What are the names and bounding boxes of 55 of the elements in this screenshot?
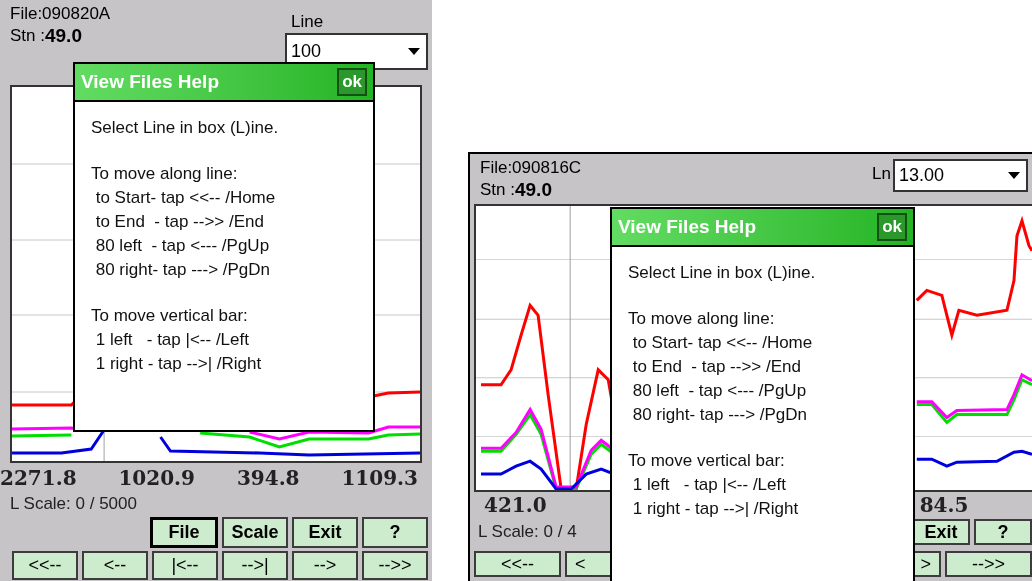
function-button[interactable]: Scale (222, 517, 288, 548)
help-text-line: 1 left - tap |<-- /Left (631, 474, 787, 496)
help-text-line: 1 right - tap -->| /Right (631, 498, 800, 520)
help-text-line: To move vertical bar: (628, 450, 786, 472)
file-name: File:090816C (480, 157, 582, 179)
reading-value: 1109.3 (341, 465, 418, 492)
navigation-button[interactable]: -->| (222, 551, 288, 580)
line-dropdown[interactable]: 13.00 (893, 159, 1028, 192)
station-value: 49.0 (514, 179, 552, 201)
navigation-button[interactable]: |<-- (152, 551, 218, 580)
line-label: Line (290, 11, 324, 33)
station-value: 49.0 (44, 25, 82, 47)
help-text-line: To move vertical bar: (91, 305, 249, 327)
scale-label: L Scale: 0 / 5000 (10, 493, 137, 516)
ok-button[interactable]: ok (337, 68, 367, 96)
help-text-line: to End - tap -->> /End (631, 356, 802, 378)
help-text-line: to Start- tap <<-- /Home (94, 187, 277, 209)
file-name: File:090820A (10, 3, 111, 25)
help-text-line: Select Line in box (L)ine. (91, 117, 280, 139)
dialog-title: View Files Help (81, 69, 219, 94)
navigation-button[interactable]: <-- (82, 551, 148, 580)
help-text-line: To move along line: (91, 163, 239, 185)
navigation-button[interactable]: -->> (945, 551, 1032, 577)
station-label: Stn : (10, 25, 45, 47)
reading-value: 394.8 (236, 465, 300, 492)
help-text-line: to Start- tap <<-- /Home (631, 332, 814, 354)
help-text-line: To move along line: (628, 308, 776, 330)
navigation-button[interactable]: <<-- (474, 551, 561, 577)
function-button[interactable]: Exit (912, 519, 970, 545)
reading-value: 2271.8 (0, 465, 77, 492)
help-text-line: 1 left - tap |<-- /Left (94, 329, 250, 351)
help-text-line: to End - tap -->> /End (94, 211, 265, 233)
help-text-line: Select Line in box (L)ine. (628, 262, 817, 284)
help-text-line: 80 left - tap <--- /PgUp (631, 380, 808, 402)
dropdown-caret-icon (408, 48, 420, 55)
function-button[interactable]: Exit (292, 517, 358, 548)
line-label: Ln (872, 163, 891, 185)
reading-value: 1020.9 (118, 465, 195, 492)
help-text-line: 80 right- tap ---> /PgDn (94, 259, 272, 281)
function-button[interactable]: File (150, 517, 218, 548)
help-text-line: 80 right- tap ---> /PgDn (631, 404, 809, 426)
function-button[interactable]: ? (362, 517, 428, 548)
station-label: Stn : (480, 179, 515, 201)
help-text-line: 1 right - tap -->| /Right (94, 353, 263, 375)
reading-value: 421.0 (484, 491, 547, 519)
scale-label: L Scale: 0 / 4 (478, 521, 577, 544)
navigation-button[interactable]: <<-- (12, 551, 78, 580)
reading-value: 84.5 (919, 491, 969, 519)
ok-button[interactable]: ok (877, 213, 907, 241)
help-text-line: 80 left - tap <--- /PgUp (94, 235, 271, 257)
dialog-title: View Files Help (618, 214, 756, 239)
function-button[interactable]: ? (974, 519, 1032, 545)
navigation-button[interactable]: --> (292, 551, 358, 580)
dropdown-caret-icon (1008, 172, 1020, 179)
navigation-button[interactable]: -->> (362, 551, 428, 580)
